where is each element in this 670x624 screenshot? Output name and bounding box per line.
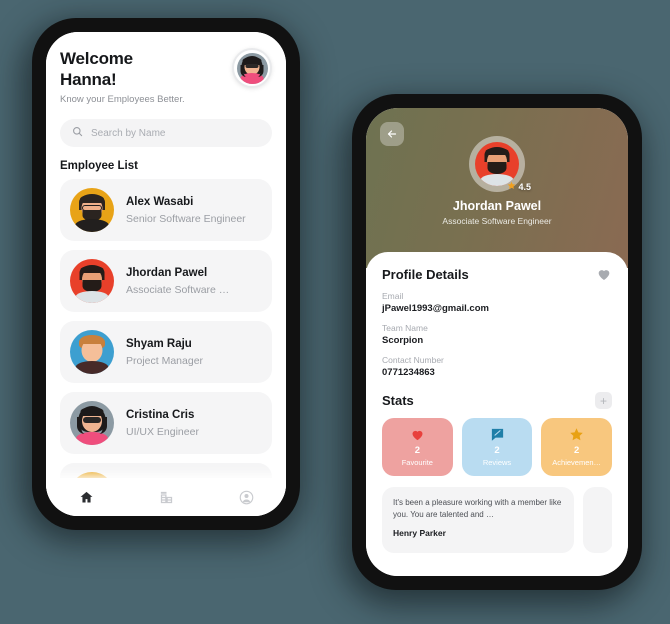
employee-meta: Alex Wasabi Senior Software Engineer	[126, 196, 246, 225]
testimonial-card-next[interactable]	[583, 487, 612, 553]
stat-label: Favourite	[401, 458, 433, 467]
welcome-text-block: Welcome Hanna! Know your Employees Bette…	[60, 48, 185, 105]
stats-row: 2 Favourite 2 Reviews 2 Achievemen…	[382, 418, 613, 476]
stat-label: Reviews	[482, 458, 512, 467]
profile-name: Jhordan Pawel	[452, 199, 542, 213]
field-label: Contact Number	[382, 355, 444, 365]
employee-role: Project Manager	[126, 354, 204, 367]
testimonial-carousel[interactable]: It's been a pleasure working with a memb…	[382, 487, 612, 553]
stats-title: Stats	[382, 393, 414, 408]
rating-badge: 4.5	[507, 181, 531, 192]
testimonial-text: It's been a pleasure working with a memb…	[393, 498, 562, 519]
list-item[interactable]: Shyam Raju Project Manager	[60, 321, 272, 383]
employee-role: Senior Software Engineer	[126, 212, 246, 225]
profile-role: Associate Software Engineer	[442, 216, 552, 226]
search-input[interactable]	[91, 127, 260, 139]
greeting-line-1: Welcome	[60, 49, 133, 68]
field-value: 0771234863	[382, 367, 435, 378]
hero-identity: 4.5 Jhordan Pawel Associate Software Eng…	[366, 136, 628, 226]
profile-screen: 4.5 Jhordan Pawel Associate Software Eng…	[366, 108, 628, 576]
stat-card-reviews[interactable]: 2 Reviews	[461, 418, 533, 476]
left-phone-frame: Welcome Hanna! Know your Employees Bette…	[32, 18, 300, 530]
scene: Welcome Hanna! Know your Employees Bette…	[0, 0, 670, 624]
add-stat-button[interactable]: +	[595, 392, 612, 409]
home-body: Welcome Hanna! Know your Employees Bette…	[46, 32, 286, 516]
stat-count: 2	[574, 445, 580, 456]
profile-icon[interactable]	[239, 490, 254, 505]
field-label: Email	[382, 291, 404, 301]
employee-role: UI/UX Engineer	[126, 425, 199, 438]
list-item[interactable]: Cristina Cris UI/UX Engineer	[60, 392, 272, 454]
field-team-name: Team Name Scorpion	[382, 323, 612, 346]
avatar[interactable]	[232, 48, 272, 88]
field-email: Email jPawel1993@gmail.com	[382, 291, 612, 314]
employee-avatar	[70, 401, 114, 445]
rating-value: 4.5	[518, 181, 531, 192]
stats-header: Stats +	[382, 392, 612, 409]
employee-list-heading: Employee List	[60, 160, 138, 172]
welcome-subtitle: Know your Employees Better.	[60, 94, 185, 105]
testimonial-card[interactable]: It's been a pleasure working with a memb…	[382, 487, 574, 553]
bottom-navigation	[46, 478, 286, 516]
stat-card-achievements[interactable]: 2 Achievemen…	[541, 418, 613, 476]
home-screen: Welcome Hanna! Know your Employees Bette…	[46, 32, 286, 516]
employee-name: Cristina Cris	[126, 408, 195, 421]
employee-name: Shyam Raju	[126, 337, 192, 350]
employee-avatar	[70, 259, 114, 303]
employee-avatar	[70, 188, 114, 232]
employee-meta: Shyam Raju Project Manager	[126, 338, 203, 367]
heart-icon[interactable]	[596, 266, 612, 282]
building-icon[interactable]	[159, 490, 174, 505]
greeting-line-2: Hanna!	[60, 70, 117, 89]
employee-list[interactable]: Alex Wasabi Senior Software Engineer Jho…	[60, 179, 272, 479]
details-title: Profile Details	[382, 266, 469, 282]
employee-meta: Cristina Cris UI/UX Engineer	[126, 409, 199, 438]
welcome-header: Welcome Hanna! Know your Employees Bette…	[60, 48, 272, 105]
employee-name: Alex Wasabi	[126, 195, 194, 208]
field-contact-number: Contact Number 0771234863	[382, 355, 612, 378]
profile-details-sheet: Profile Details Email jPawel1993@gmail.c…	[366, 252, 628, 576]
field-value: jPawel1993@gmail.com	[382, 303, 489, 314]
search-icon	[72, 124, 83, 142]
employee-role: Associate Software …	[126, 283, 230, 296]
star-icon	[569, 427, 584, 442]
employee-name: Jhordan Pawel	[126, 266, 208, 279]
details-header: Profile Details	[382, 266, 612, 282]
heart-icon	[410, 427, 425, 442]
review-icon	[490, 427, 505, 442]
field-label: Team Name	[382, 323, 428, 333]
profile-avatar-image	[475, 142, 519, 186]
employee-meta: Jhordan Pawel Associate Software …	[126, 267, 229, 296]
stat-count: 2	[494, 445, 500, 456]
stat-card-favourite[interactable]: 2 Favourite	[382, 418, 453, 476]
list-item[interactable]: Jhordan Pawel Associate Software …	[60, 250, 272, 312]
field-value: Scorpion	[382, 335, 424, 346]
search-bar[interactable]	[60, 119, 272, 147]
employee-avatar	[70, 330, 114, 374]
list-item[interactable]	[60, 463, 272, 479]
testimonial-author: Henry Parker	[393, 528, 446, 538]
star-icon	[507, 181, 516, 192]
profile-hero: 4.5 Jhordan Pawel Associate Software Eng…	[366, 108, 628, 268]
page-title: Welcome Hanna!	[60, 48, 185, 90]
list-item[interactable]: Alex Wasabi Senior Software Engineer	[60, 179, 272, 241]
stat-count: 2	[414, 445, 420, 456]
right-phone-frame: 4.5 Jhordan Pawel Associate Software Eng…	[352, 94, 642, 590]
stat-label: Achievemen…	[552, 458, 602, 467]
home-icon[interactable]	[79, 490, 94, 505]
profile-avatar: 4.5	[469, 136, 531, 192]
hanna-avatar-image	[236, 52, 268, 84]
